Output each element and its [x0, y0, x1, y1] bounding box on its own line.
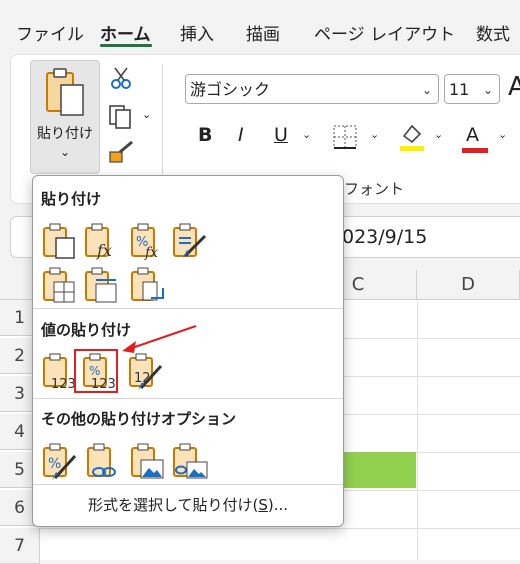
- paste-values-source-format-icon: 12: [129, 353, 163, 390]
- tab-formulas[interactable]: 数式: [476, 20, 510, 45]
- paste-option-keep-column-width[interactable]: [83, 266, 121, 304]
- formula-value: 023/9/15: [342, 226, 428, 248]
- fill-color-icon[interactable]: [398, 122, 426, 152]
- font-name-value: 游ゴシック: [190, 80, 271, 99]
- paste-option-formulas-number-format[interactable]: % fx: [129, 222, 167, 261]
- font-name-select[interactable]: 游ゴシック ⌄: [185, 74, 439, 104]
- underline-button[interactable]: U: [274, 124, 288, 146]
- font-size-value: 11: [449, 80, 470, 99]
- paste-picture-icon: [131, 443, 164, 479]
- tab-home[interactable]: ホーム: [100, 20, 151, 45]
- tab-page-layout[interactable]: ページ レイアウト: [314, 20, 455, 45]
- paste-icon: [43, 223, 75, 259]
- paste-formulas-format-icon: % fx: [131, 223, 158, 261]
- paste-option-transpose[interactable]: [129, 266, 167, 304]
- paste-transpose-icon: [131, 267, 164, 301]
- paste-dropdown-menu: 貼り付け fx % fx 値の貼り付け 123 % 123 12 その他の貼り付…: [32, 175, 344, 527]
- group-divider: [162, 64, 163, 174]
- italic-button[interactable]: I: [238, 124, 244, 146]
- formula-glyph: fx: [96, 241, 112, 260]
- paste-option-formulas[interactable]: fx: [83, 222, 121, 260]
- percent-glyph: %: [48, 456, 61, 472]
- paste-column-width-icon: [85, 267, 117, 303]
- paste-special-tail: )...: [267, 496, 289, 514]
- copy-chevron-icon[interactable]: ⌄: [142, 108, 151, 121]
- grow-font-icon[interactable]: A: [508, 72, 520, 102]
- paste-formatting-icon: %: [43, 443, 77, 480]
- highlight-box: [74, 349, 118, 393]
- borders-icon[interactable]: [332, 124, 358, 150]
- clipboard-icon: [46, 68, 84, 116]
- font-group-label: フォント: [344, 180, 405, 198]
- paste-option-keep-source-formatting[interactable]: [171, 222, 209, 260]
- paste-option-values-source-format[interactable]: 12: [127, 352, 165, 390]
- menu-divider: [33, 308, 343, 309]
- tab-draw[interactable]: 描画: [246, 20, 280, 45]
- cut-icon[interactable]: [110, 66, 132, 90]
- active-tab-indicator: [100, 44, 152, 47]
- grid-line: [40, 528, 520, 529]
- ribbon-tabs: ファイル ホーム 挿入 描画 ページ レイアウト 数式: [0, 0, 520, 54]
- paste-source-format-icon: [173, 223, 207, 258]
- paste-values-heading: 値の貼り付け: [41, 321, 132, 339]
- row-header-7[interactable]: 7: [0, 528, 40, 564]
- paste-link-icon: [87, 443, 116, 477]
- values-glyph: 123: [51, 377, 76, 390]
- tab-file[interactable]: ファイル: [16, 20, 84, 45]
- paste-option-paste[interactable]: [41, 222, 79, 260]
- font-color-chevron-icon[interactable]: ⌄: [498, 128, 507, 141]
- menu-divider: [33, 484, 343, 485]
- paste-section-heading: 貼り付け: [41, 190, 102, 208]
- copy-icon[interactable]: [108, 104, 134, 130]
- bold-button[interactable]: B: [198, 124, 212, 146]
- tab-insert[interactable]: 挿入: [180, 20, 214, 45]
- paste-option-no-borders[interactable]: [41, 266, 79, 304]
- format-painter-icon[interactable]: [108, 140, 136, 164]
- font-color-swatch: [462, 148, 488, 153]
- other-paste-options-heading: その他の貼り付けオプション: [41, 410, 237, 428]
- chevron-down-icon: ⌄: [421, 83, 432, 97]
- paste-special-menu-item[interactable]: 形式を選択して貼り付け(S)...: [33, 494, 343, 515]
- fill-chevron-icon[interactable]: ⌄: [434, 128, 443, 141]
- paste-linked-picture-icon: [173, 443, 208, 479]
- font-color-button[interactable]: A: [466, 124, 479, 146]
- chevron-down-icon: ⌄: [482, 83, 493, 97]
- column-header-d[interactable]: D: [417, 270, 520, 300]
- borders-chevron-icon[interactable]: ⌄: [370, 128, 379, 141]
- paste-special-accesskey: S: [258, 496, 268, 514]
- paste-no-borders-icon: [43, 267, 75, 303]
- paste-formulas-icon: fx: [85, 223, 112, 260]
- paste-button[interactable]: 貼り付け ⌄: [30, 60, 100, 174]
- menu-divider: [33, 398, 343, 399]
- formula-glyph: fx: [144, 245, 158, 260]
- paste-option-picture[interactable]: [129, 442, 167, 480]
- grid-line: [417, 300, 418, 560]
- paste-option-formatting[interactable]: %: [41, 442, 79, 480]
- font-size-select[interactable]: 11 ⌄: [444, 74, 500, 104]
- paste-special-label: 形式を選択して貼り付け(: [87, 496, 259, 514]
- paste-label: 貼り付け: [37, 126, 93, 142]
- underline-chevron-icon[interactable]: ⌄: [302, 128, 311, 141]
- chevron-down-icon: ⌄: [59, 145, 71, 159]
- paste-option-linked-picture[interactable]: [171, 442, 209, 480]
- paste-option-link[interactable]: [85, 442, 123, 480]
